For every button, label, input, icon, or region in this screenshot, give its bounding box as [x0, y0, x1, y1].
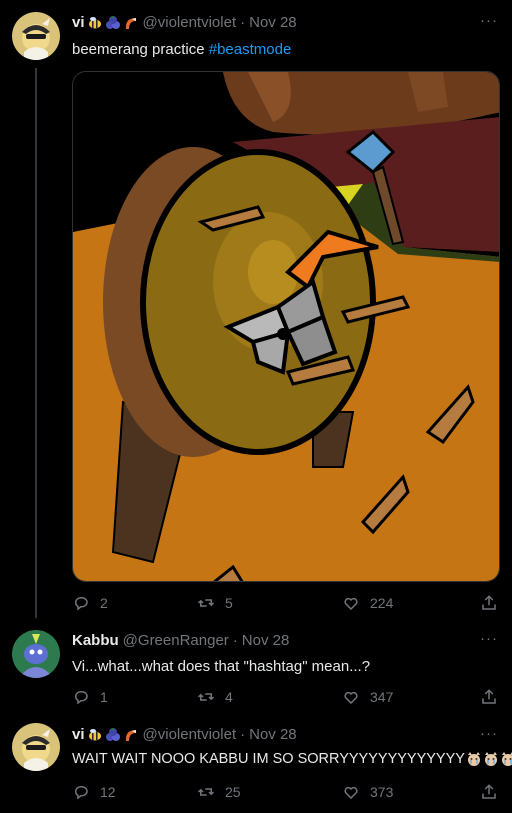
retweet-button[interactable]: 5 — [197, 594, 233, 612]
share-icon — [482, 784, 496, 799]
retweet-button[interactable]: 25 — [197, 783, 241, 801]
separator: · — [232, 632, 238, 649]
like-button[interactable]: 224 — [342, 594, 393, 612]
separator: · — [240, 726, 246, 743]
avatar-kabbu[interactable] — [12, 630, 60, 678]
retweet-icon — [197, 788, 215, 796]
timestamp[interactable]: Nov 28 — [242, 632, 290, 649]
reply-button[interactable]: 2 — [72, 594, 108, 612]
retweet-count: 25 — [225, 784, 241, 800]
tweet-actions: 12 25 373 — [72, 783, 500, 803]
display-name[interactable]: vi — [72, 726, 85, 743]
timestamp[interactable]: Nov 28 — [249, 726, 297, 743]
share-icon — [482, 689, 496, 704]
blueberry-emoji-icon — [105, 15, 120, 29]
reply-icon — [75, 691, 88, 705]
retweet-count: 4 — [225, 689, 233, 705]
handle[interactable]: @violentviolet — [143, 726, 237, 743]
share-icon — [482, 595, 496, 610]
beemerang-emoji-icon — [125, 17, 136, 29]
share-button[interactable] — [480, 783, 498, 801]
heart-icon — [344, 691, 358, 705]
separator: · — [240, 14, 246, 31]
game-scene-image — [73, 72, 499, 581]
handle[interactable]: @violentviolet — [143, 14, 237, 31]
reply-icon — [75, 597, 88, 611]
crying-cat-icon — [484, 752, 497, 767]
tweet-actions: 2 5 224 — [72, 594, 500, 614]
display-name[interactable]: Kabbu — [72, 632, 119, 649]
display-name[interactable]: vi — [72, 14, 85, 31]
heart-icon — [344, 597, 358, 611]
reply-icon — [75, 786, 88, 800]
tweet-header: vi @violentviolet · Nov 28 — [72, 14, 297, 31]
beemerang-emoji-icon — [125, 729, 136, 741]
avatar-vi[interactable] — [12, 12, 60, 60]
tweet-text-content: WAIT WAIT NOOO KABBU IM SO SORRYYYYYYYYY… — [72, 751, 465, 767]
handle[interactable]: @GreenRanger — [123, 632, 229, 649]
reply-count: 12 — [100, 784, 116, 800]
reply-count: 1 — [100, 689, 108, 705]
blueberry-emoji-icon — [105, 727, 120, 741]
more-options-button[interactable]: ··· — [480, 12, 498, 29]
tweet-text: beemerang practice #beastmode — [72, 41, 291, 58]
retweet-icon — [197, 599, 215, 607]
like-button[interactable]: 347 — [342, 688, 393, 706]
tweet-text: WAIT WAIT NOOO KABBU IM SO SORRYYYYYYYYY… — [72, 751, 512, 767]
tweet-header: vi @violentviolet · Nov 28 — [72, 726, 297, 743]
more-options-button[interactable]: ··· — [480, 630, 498, 647]
reply-button[interactable]: 12 — [72, 783, 116, 801]
heart-icon — [344, 786, 358, 800]
tweet-1[interactable]: vi @violentviolet · Nov 28 ··· beemerang… — [0, 0, 512, 622]
avatar-vi[interactable] — [12, 723, 60, 771]
retweet-button[interactable]: 4 — [197, 688, 233, 706]
tweet-3[interactable]: vi @violentviolet · Nov 28 ··· WAIT WAIT… — [0, 717, 512, 813]
more-options-button[interactable]: ··· — [480, 725, 498, 742]
tweet-media-image[interactable] — [72, 71, 500, 582]
share-button[interactable] — [480, 688, 498, 706]
reply-button[interactable]: 1 — [72, 688, 108, 706]
bee-emoji-icon — [88, 16, 101, 28]
tweet-2[interactable]: Kabbu @GreenRanger · Nov 28 ··· Vi...wha… — [0, 622, 512, 717]
retweet-icon — [197, 693, 215, 701]
bee-emoji-icon — [88, 728, 101, 740]
like-count: 373 — [370, 784, 394, 800]
reply-count: 2 — [100, 595, 108, 611]
like-count: 347 — [370, 689, 394, 705]
like-count: 224 — [370, 595, 394, 611]
tweet-header: Kabbu @GreenRanger · Nov 28 — [72, 632, 289, 649]
crying-cat-icon — [467, 752, 480, 767]
like-button[interactable]: 373 — [342, 783, 393, 801]
tweet-text-content: beemerang practice — [72, 41, 209, 58]
tweet-text: Vi...what...what does that "hashtag" mea… — [72, 658, 371, 675]
tweet-actions: 1 4 347 — [72, 688, 500, 708]
timestamp[interactable]: Nov 28 — [249, 14, 297, 31]
crying-cat-icon — [501, 752, 512, 767]
hashtag-link[interactable]: #beastmode — [209, 41, 292, 58]
retweet-count: 5 — [225, 595, 233, 611]
share-button[interactable] — [480, 594, 498, 612]
